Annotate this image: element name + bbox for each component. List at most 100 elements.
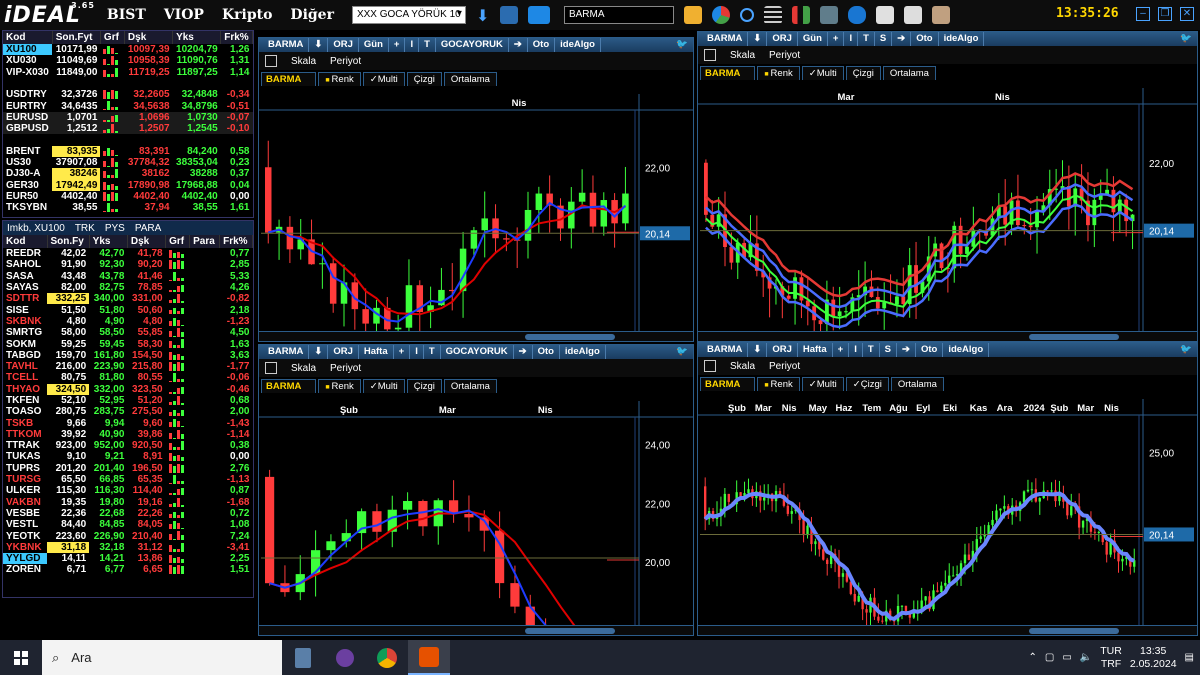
stock-header[interactable]: Kod: [3, 235, 48, 248]
idealgo-button[interactable]: ideAlgo: [943, 343, 990, 357]
stock-row[interactable]: ZOREN 6,71 6,77 6,65 1,51: [3, 564, 253, 575]
stock-row[interactable]: TUPRS 201,20 201,40 196,50 2,76: [3, 463, 253, 474]
stock-row[interactable]: SISE 51,50 51,80 50,60 2,18: [3, 304, 253, 316]
stock-row[interactable]: SMRTG 58,00 58,50 55,85 4,50: [3, 327, 253, 338]
twitter-icon[interactable]: 🐦: [1175, 343, 1197, 357]
market-header[interactable]: Dşk: [124, 31, 174, 44]
multi-tab[interactable]: ✓Multi: [362, 379, 405, 393]
calculator-app[interactable]: [282, 640, 324, 675]
stock-row[interactable]: TKFEN 52,10 52,95 51,20 0,68: [3, 395, 253, 406]
period-button[interactable]: Gün: [798, 32, 828, 46]
symbol-label[interactable]: BARMA: [702, 343, 749, 357]
stock-tab-1[interactable]: TRK: [75, 223, 95, 234]
save-icon[interactable]: [704, 360, 716, 372]
multi-tab[interactable]: ✓Multi: [362, 72, 405, 86]
symbol-label[interactable]: BARMA: [263, 345, 310, 359]
candles-icon[interactable]: [791, 6, 810, 24]
stock-tab-0[interactable]: Imkb, XU100: [7, 223, 65, 234]
market-header[interactable]: Yks: [172, 31, 222, 44]
stock-row[interactable]: TTKOM 39,92 40,90 39,86 -1,14: [3, 429, 253, 440]
cursor-icon[interactable]: I: [405, 38, 420, 52]
stock-row[interactable]: SOKM 59,25 59,45 58,30 1,63: [3, 338, 253, 350]
ideal-app[interactable]: [408, 640, 450, 675]
periyot-button[interactable]: Periyot: [769, 50, 800, 61]
taskbar-clock[interactable]: 13:35 2.05.2024: [1130, 645, 1177, 671]
stock-row[interactable]: YYLGD 14,11 14,21 13,86 2,25: [3, 553, 253, 565]
plus-icon[interactable]: +: [828, 32, 845, 46]
symbol-tab[interactable]: BARMA: [700, 377, 756, 391]
renk-tab[interactable]: Renk: [318, 72, 361, 86]
market-row[interactable]: GBPUSD 1,2512 1,2507 1,2545 -0,10: [3, 123, 253, 135]
renk-tab[interactable]: Renk: [757, 66, 800, 80]
ortalama-tab[interactable]: Ortalama: [443, 379, 497, 393]
download-icon[interactable]: ⬇: [476, 6, 490, 25]
orj-button[interactable]: ORJ: [328, 38, 359, 52]
ortalama-tab[interactable]: Ortalama: [890, 377, 944, 391]
notification-icon[interactable]: ▤: [1185, 652, 1194, 663]
period-button[interactable]: Hafta: [798, 343, 833, 357]
screen-icon[interactable]: ▢: [1045, 652, 1054, 663]
periyot-button[interactable]: Periyot: [769, 361, 800, 372]
text-tool-icon[interactable]: T: [863, 343, 880, 357]
stock-row[interactable]: TURSG 65,50 66,85 65,35 -1,13: [3, 474, 253, 485]
vpn-app[interactable]: [324, 640, 366, 675]
scrollbar-thumb[interactable]: [525, 628, 615, 634]
scrollbar-thumb[interactable]: [1029, 334, 1119, 340]
ortalama-tab[interactable]: Ortalama: [443, 72, 497, 86]
cart-icon[interactable]: [903, 6, 922, 24]
periyot-button[interactable]: Periyot: [330, 363, 361, 374]
period-button[interactable]: Gün: [359, 38, 389, 52]
stock-row[interactable]: VAKBN 19,35 19,80 19,16 -1,68: [3, 497, 253, 508]
stock-row[interactable]: VESTL 84,40 84,85 84,05 1,08: [3, 519, 253, 530]
stock-row[interactable]: SAYAS 82,00 82,75 78,85 4,26: [3, 282, 253, 293]
cizgi-tab[interactable]: Çizgi: [406, 379, 442, 393]
close-icon[interactable]: ✕: [1180, 7, 1194, 21]
stock-header[interactable]: Grf: [165, 235, 191, 248]
stock-header[interactable]: Frk%: [219, 235, 253, 248]
scrollbar-thumb[interactable]: [1029, 628, 1119, 634]
stock-row[interactable]: TCELL 80,75 81,80 80,55 -0,06: [3, 372, 253, 383]
save-icon[interactable]: [265, 362, 277, 374]
market-row[interactable]: GER30 17942,49 17890,98 17968,88 0,04: [3, 179, 253, 191]
market-header[interactable]: Son.Fyt: [52, 31, 101, 44]
volume-icon[interactable]: 🔈: [1080, 652, 1092, 663]
s-tool-icon[interactable]: S: [875, 32, 893, 46]
orj-button[interactable]: ORJ: [328, 345, 359, 359]
twitter-icon[interactable]: 🐦: [671, 345, 693, 359]
chart-scrollbar[interactable]: [698, 331, 1197, 341]
top-menu-2[interactable]: Kripto: [222, 7, 272, 23]
skala-button[interactable]: Skala: [291, 56, 316, 67]
oto-button[interactable]: Oto: [911, 32, 939, 46]
top-menu-3[interactable]: Diğer: [290, 7, 334, 23]
idealgo-button[interactable]: ideAlgo: [560, 345, 606, 359]
s-tool-icon[interactable]: S: [880, 343, 897, 357]
price-chart[interactable]: Nis 22,00 20,14: [259, 94, 693, 331]
download-arrow-icon[interactable]: ⬇: [748, 343, 768, 357]
cizgi-tab[interactable]: Çizgi: [845, 66, 881, 80]
arrow-right-icon[interactable]: ➔: [514, 345, 533, 359]
cube-icon[interactable]: [875, 6, 894, 24]
text-tool-icon[interactable]: T: [424, 345, 441, 359]
minimize-icon[interactable]: –: [1136, 7, 1150, 21]
price-chart[interactable]: Mar Nis 22,00 20,14: [698, 88, 1197, 331]
plus-icon[interactable]: +: [389, 38, 406, 52]
download-arrow-icon[interactable]: ⬇: [748, 32, 768, 46]
price-chart[interactable]: Şub Mar Nis 24,00 22,00 20,00: [259, 401, 693, 625]
cloud-icon[interactable]: [847, 6, 866, 24]
ortalama-tab[interactable]: Ortalama: [882, 66, 936, 80]
market-header[interactable]: Kod: [3, 31, 53, 44]
download-arrow-icon[interactable]: ⬇: [309, 38, 329, 52]
symbol-search-input[interactable]: BARMA: [563, 6, 674, 24]
stock-row[interactable]: REEDR 42,02 42,70 41,78 0,77: [3, 248, 253, 259]
twitter-icon[interactable]: 🐦: [1175, 32, 1197, 46]
skala-button[interactable]: Skala: [291, 363, 316, 374]
folder-icon[interactable]: [683, 6, 702, 24]
language-indicator[interactable]: TUR TRF: [1100, 645, 1122, 671]
stock-tab-3[interactable]: PARA: [135, 223, 162, 234]
stock-row[interactable]: SKBNK 4,80 4,90 4,80 -1,23: [3, 316, 253, 327]
chart-scrollbar[interactable]: [259, 331, 693, 341]
cursor-icon[interactable]: I: [844, 32, 859, 46]
chevron-up-icon[interactable]: ⌃: [1028, 652, 1036, 663]
plus-icon[interactable]: +: [394, 345, 411, 359]
period-button[interactable]: Hafta: [359, 345, 394, 359]
